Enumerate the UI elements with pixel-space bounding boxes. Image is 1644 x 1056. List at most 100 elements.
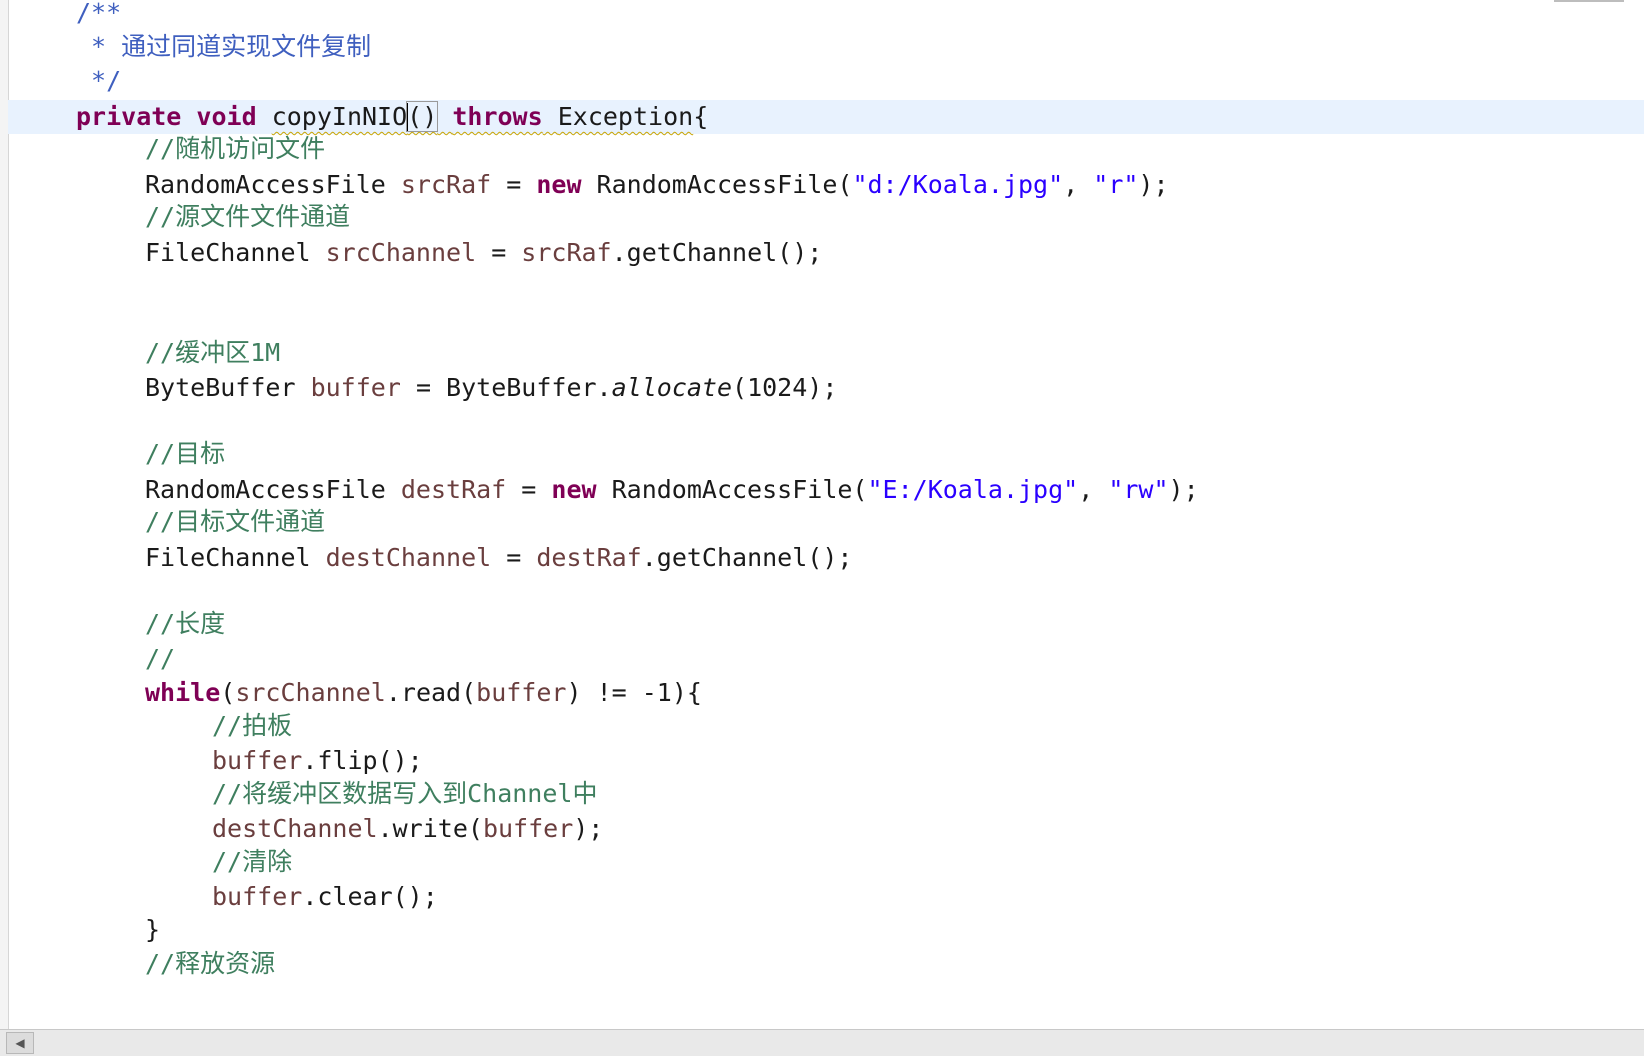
code-token: allocate [611, 373, 733, 402]
code-line[interactable]: //长度 [8, 607, 1644, 641]
code-token: new [536, 170, 582, 199]
scroll-left-arrow-icon[interactable]: ◀ [6, 1032, 34, 1054]
horizontal-scrollbar[interactable]: ◀ [0, 1029, 1644, 1056]
code-line[interactable] [8, 270, 1644, 304]
code-token: } [145, 915, 161, 944]
code-token: */ [76, 66, 122, 95]
code-token: /** [76, 0, 122, 27]
code-line[interactable]: buffer.flip(); [8, 744, 1644, 778]
code-line[interactable]: RandomAccessFile srcRaf = new RandomAcce… [8, 168, 1644, 202]
code-token: RandomAccessFile [145, 475, 401, 504]
code-token: , [1078, 475, 1109, 504]
corner-marker [1554, 0, 1624, 8]
code-line[interactable]: private void copyInNIO() throws Exceptio… [8, 100, 1644, 134]
code-token: destChannel [325, 543, 492, 572]
code-token: // [145, 644, 176, 673]
code-token: .getChannel(); [641, 543, 853, 572]
code-token: ); [573, 814, 604, 843]
code-token: = ByteBuffer. [400, 373, 612, 402]
code-token: //清除 [212, 847, 293, 876]
code-token: = [506, 475, 552, 504]
code-token: //拍板 [212, 711, 293, 740]
code-token: ); [1168, 475, 1199, 504]
code-token: "E:/Koala.jpg" [867, 475, 1079, 504]
code-token: FileChannel [145, 238, 326, 267]
code-line[interactable]: //拍板 [8, 709, 1644, 743]
code-line[interactable]: RandomAccessFile destRaf = new RandomAcc… [8, 473, 1644, 507]
code-token: ) != -1){ [566, 678, 702, 707]
code-token: buffer [310, 373, 401, 402]
code-token: = [491, 543, 537, 572]
code-line[interactable]: FileChannel destChannel = destRaf.getCha… [8, 541, 1644, 575]
code-line[interactable] [8, 303, 1644, 337]
code-line[interactable]: FileChannel srcChannel = srcRaf.getChann… [8, 236, 1644, 270]
code-token: //目标 [145, 439, 226, 468]
code-line[interactable]: while(srcChannel.read(buffer) != -1){ [8, 676, 1644, 710]
code-token: srcChannel [325, 238, 477, 267]
code-token: destRaf [400, 475, 507, 504]
code-line[interactable]: destChannel.write(buffer); [8, 812, 1644, 846]
code-line[interactable]: //目标 [8, 437, 1644, 471]
code-token: * [76, 32, 122, 61]
code-line[interactable]: //缓冲区1M [8, 336, 1644, 370]
code-token: destRaf [536, 543, 642, 572]
code-token: new [551, 475, 597, 504]
code-token: buffer [482, 814, 574, 843]
code-token: .flip(); [302, 746, 423, 775]
code-area[interactable]: /** * 通过同道实现文件复制 */ private void copyInNI… [8, 0, 1644, 1030]
code-line[interactable]: //将缓冲区数据写入到Channel中 [8, 777, 1644, 811]
code-token: //缓冲区1M [145, 338, 281, 367]
code-token: "r" [1093, 170, 1139, 199]
code-line[interactable]: */ [8, 64, 1644, 98]
code-line[interactable]: //源文件文件通道 [8, 200, 1644, 234]
code-token: 通过同道实现文件复制 [121, 32, 372, 61]
code-token: = [476, 238, 522, 267]
code-token: "rw" [1108, 475, 1169, 504]
code-token: "d:/Koala.jpg" [852, 170, 1064, 199]
code-token: buffer [476, 678, 567, 707]
code-token: () [406, 101, 439, 132]
code-token: Exception [557, 102, 694, 131]
code-token: , [1063, 170, 1094, 199]
code-token: //目标文件通道 [145, 507, 326, 536]
code-token: RandomAccessFile( [596, 475, 868, 504]
code-token: while [145, 678, 221, 707]
code-token: .getChannel(); [611, 238, 823, 267]
code-token: FileChannel [145, 543, 326, 572]
code-token: .write( [377, 814, 483, 843]
code-line[interactable]: } [8, 913, 1644, 947]
code-token: copyInNIO [271, 102, 408, 131]
code-line[interactable]: // [8, 642, 1644, 676]
code-line[interactable]: //目标文件通道 [8, 505, 1644, 539]
code-token: ); [1138, 170, 1169, 199]
code-line[interactable]: //清除 [8, 845, 1644, 879]
code-token: ( [220, 678, 236, 707]
code-line[interactable]: //随机访问文件 [8, 132, 1644, 166]
code-token: .clear(); [302, 882, 438, 911]
code-token: //释放资源 [145, 949, 276, 978]
code-token: = [491, 170, 537, 199]
code-token: //随机访问文件 [145, 134, 326, 163]
code-token: destChannel [212, 814, 378, 843]
code-token: private [76, 102, 182, 131]
code-token: //将缓冲区数据写入到Channel中 [212, 779, 598, 808]
code-line[interactable] [8, 405, 1644, 439]
code-line[interactable]: buffer.clear(); [8, 880, 1644, 914]
code-token: srcChannel [235, 678, 386, 707]
code-editor[interactable]: /** * 通过同道实现文件复制 */ private void copyInNI… [0, 0, 1644, 1056]
code-token: RandomAccessFile( [581, 170, 853, 199]
code-line[interactable]: //释放资源 [8, 947, 1644, 981]
code-token: ByteBuffer [145, 373, 311, 402]
code-token: throws [452, 102, 543, 131]
code-line[interactable] [8, 575, 1644, 609]
code-token: srcRaf [400, 170, 492, 199]
code-line[interactable]: /** [8, 0, 1644, 30]
code-token: //长度 [145, 609, 226, 638]
code-token: (1024); [732, 373, 838, 402]
code-line[interactable]: * 通过同道实现文件复制 [8, 30, 1644, 64]
code-line[interactable]: ByteBuffer buffer = ByteBuffer.allocate(… [8, 371, 1644, 405]
code-token: RandomAccessFile [145, 170, 401, 199]
